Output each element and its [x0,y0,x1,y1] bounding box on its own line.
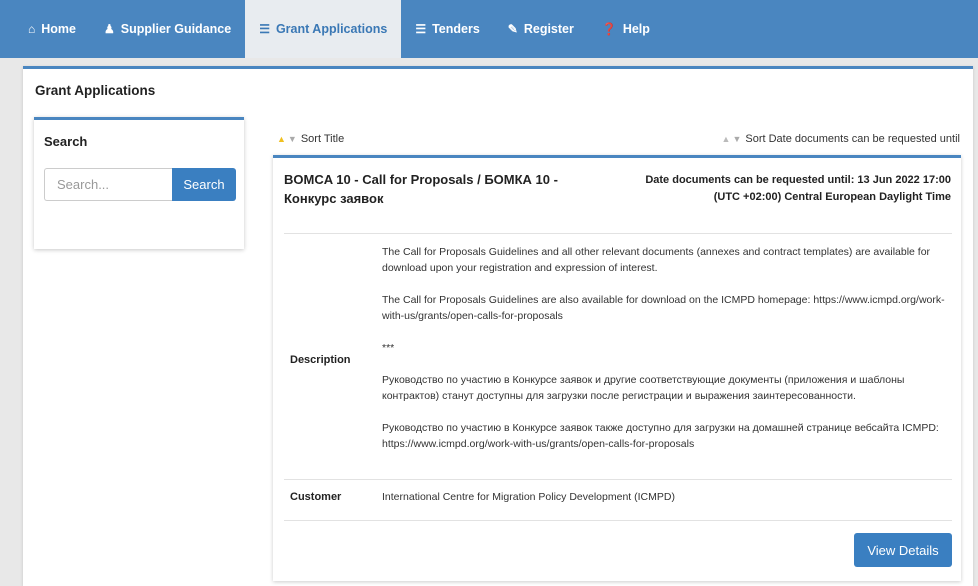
nav-grant-applications-label: Grant Applications [275,22,388,36]
sort-desc-icon[interactable]: ▼ [288,134,297,144]
nav-home-label: Home [41,22,76,36]
search-input[interactable] [44,168,172,201]
nav-grant-applications[interactable]: ☰ Grant Applications [245,0,402,58]
search-button[interactable]: Search [172,168,236,201]
description-paragraph: The Call for Proposals Guidelines and al… [382,246,931,274]
divider [284,479,952,480]
customer-value: International Centre for Migration Polic… [382,491,675,503]
page-title: Grant Applications [35,83,156,98]
sort-asc-icon[interactable]: ▲ [722,134,731,144]
view-details-button[interactable]: View Details [854,533,952,567]
sort-asc-icon[interactable]: ▲ [277,134,286,144]
nav-help-label: Help [622,22,650,36]
user-icon: ♟ [103,22,115,36]
nav-tenders-label: Tenders [432,22,480,36]
top-navbar: ⌂ Home ♟ Supplier Guidance ☰ Grant Appli… [0,0,978,58]
nav-supplier-guidance-label: Supplier Guidance [120,22,232,36]
sort-title-control[interactable]: ▲ ▼ Sort Title [277,133,344,145]
deadline-timezone: (UTC +02:00) Central European Daylight T… [713,191,951,203]
divider [284,233,952,234]
customer-label: Customer [290,491,342,503]
listing-card: BOMCA 10 - Call for Proposals / БОМКА 10… [273,155,961,581]
nav-register[interactable]: ✎ Register [494,0,588,58]
description-label: Description [290,354,351,366]
description-paragraph: *** [382,342,395,354]
help-icon: ❓ [601,22,617,36]
nav-tenders[interactable]: ☰ Tenders [401,0,493,58]
sort-date-label: Sort Date documents can be requested unt… [745,133,960,145]
description-paragraph: Руководство по участию в Конкурсе заявок… [382,422,939,450]
main-panel: Grant Applications Search Search ▲ ▼ Sor… [23,66,973,586]
sort-desc-icon[interactable]: ▼ [732,134,741,144]
document-icon: ☰ [415,22,427,36]
edit-icon: ✎ [507,22,518,36]
nav-home[interactable]: ⌂ Home [18,0,90,58]
description-text: The Call for Proposals Guidelines and al… [382,244,954,468]
sort-date-control[interactable]: ▲ ▼ Sort Date documents can be requested… [722,133,960,145]
document-icon: ☰ [259,22,270,36]
search-panel: Search Search [34,117,244,249]
nav-help[interactable]: ❓ Help [588,0,664,58]
description-paragraph: The Call for Proposals Guidelines are al… [382,294,945,322]
sort-title-label: Sort Title [300,133,345,145]
nav-supplier-guidance[interactable]: ♟ Supplier Guidance [90,0,245,58]
home-icon: ⌂ [28,22,36,36]
listing-deadline: Date documents can be requested until: 1… [631,172,951,206]
description-paragraph: Руководство по участию в Конкурсе заявок… [382,374,905,402]
listing-title: BOMCA 10 - Call for Proposals / БОМКА 10… [284,172,558,206]
divider [284,520,952,521]
deadline-date: Date documents can be requested until: 1… [645,174,951,186]
nav-register-label: Register [523,22,574,36]
search-title: Search [44,134,88,149]
